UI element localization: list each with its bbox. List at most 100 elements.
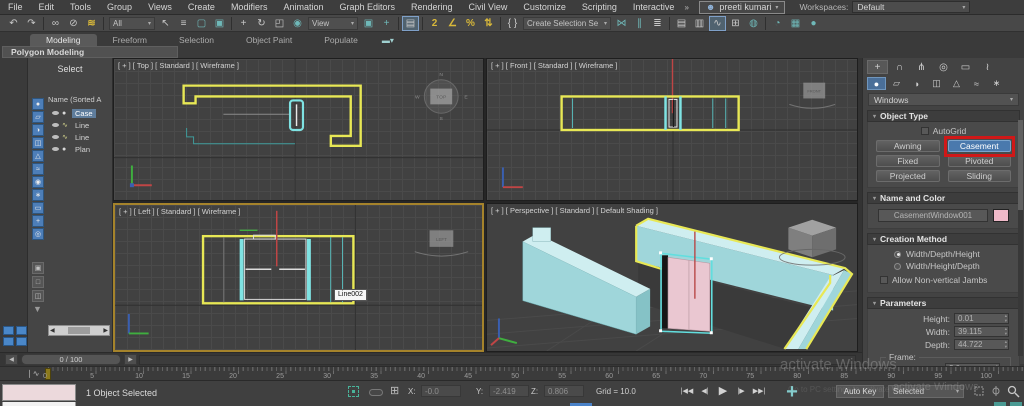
- object-type-button-pivoted[interactable]: Pivoted: [948, 155, 1012, 167]
- explorer-tool-3-icon[interactable]: ◫: [32, 290, 44, 302]
- rectangular-selection-region-icon[interactable]: ▢: [193, 16, 210, 31]
- display-containers-icon[interactable]: +: [32, 215, 44, 227]
- ribbon-tab-populate[interactable]: Populate: [308, 34, 374, 46]
- name-and-color-header[interactable]: ▾ Name and Color: [867, 192, 1020, 204]
- go-to-end-icon[interactable]: ▶▶|: [752, 384, 766, 397]
- lights-category-icon[interactable]: ◑: [907, 77, 926, 90]
- window-crossing-icon[interactable]: ▣: [211, 16, 228, 31]
- display-cameras-icon[interactable]: ◫: [32, 137, 44, 149]
- creation-method-header[interactable]: ▾ Creation Method: [867, 233, 1020, 245]
- object-type-button-projected[interactable]: Projected: [876, 170, 940, 182]
- nav-icon-clipped[interactable]: [1010, 402, 1022, 406]
- modify-tab-icon[interactable]: ∩: [889, 60, 910, 74]
- curve-editor-icon[interactable]: ∿: [709, 16, 726, 31]
- explorer-name-column-header[interactable]: Name (Sorted A: [48, 95, 110, 104]
- maxscript-listener-line[interactable]: [2, 402, 76, 406]
- creation-method-option-width-depth-height[interactable]: Width/Depth/Height: [868, 248, 1019, 260]
- previous-frame-icon[interactable]: ◀|: [698, 384, 712, 397]
- redo-icon[interactable]: ↷: [23, 16, 40, 31]
- autogrid-checkbox[interactable]: AutoGrid: [868, 126, 1019, 136]
- set-key-button[interactable]: +: [780, 380, 804, 404]
- menu-item-file[interactable]: File: [0, 0, 31, 15]
- display-groups-icon[interactable]: ◉: [32, 176, 44, 188]
- viewport-perspective[interactable]: [ + ] [ Perspective ] [ Standard ] [ Def…: [486, 203, 858, 352]
- display-helpers-icon[interactable]: △: [32, 150, 44, 162]
- time-slider[interactable]: 0 / 100: [21, 354, 121, 365]
- go-to-start-icon[interactable]: |◀◀: [680, 384, 694, 397]
- maximize-viewport-toggle-icon[interactable]: [994, 402, 1006, 406]
- maxscript-mini-listener[interactable]: [2, 384, 76, 401]
- object-type-button-awning[interactable]: Awning: [876, 140, 940, 152]
- menu-item-customize[interactable]: Customize: [515, 0, 574, 15]
- geometry-category-icon[interactable]: ●: [867, 77, 886, 90]
- scroll-right-icon[interactable]: ▶: [103, 327, 108, 334]
- menu-item-modifiers[interactable]: Modifiers: [223, 0, 276, 15]
- menu-item-graph-editors[interactable]: Graph Editors: [331, 0, 403, 15]
- hierarchy-tab-icon[interactable]: ⋔: [911, 60, 932, 74]
- align-icon[interactable]: ∥: [631, 16, 648, 31]
- menu-item-animation[interactable]: Animation: [275, 0, 331, 15]
- command-panel-scrollbar[interactable]: [1018, 120, 1023, 356]
- select-and-link-icon[interactable]: ∞: [47, 16, 64, 31]
- object-type-button-fixed[interactable]: Fixed: [876, 155, 940, 167]
- menu-item-civil-view[interactable]: Civil View: [461, 0, 516, 15]
- parameters-header[interactable]: ▾ Parameters: [867, 297, 1020, 309]
- viewport-top[interactable]: [ + ] [ Top ] [ Standard ] [ Wireframe ]…: [113, 58, 484, 201]
- render-setup-icon[interactable]: ◔: [769, 16, 786, 31]
- menu-item-create[interactable]: Create: [180, 0, 223, 15]
- explorer-row-casement[interactable]: ● Case: [48, 107, 110, 119]
- z-coordinate-field[interactable]: 0.806: [544, 385, 584, 397]
- cameras-category-icon[interactable]: ◫: [927, 77, 946, 90]
- spinner-arrows-icon[interactable]: ▴▾: [1005, 340, 1008, 349]
- layer-manager-icon[interactable]: ≣: [649, 16, 666, 31]
- menu-item-scripting[interactable]: Scripting: [574, 0, 625, 15]
- visibility-eye-icon[interactable]: [52, 123, 59, 127]
- display-space-warps-icon[interactable]: ≈: [32, 163, 44, 175]
- menu-item-group[interactable]: Group: [99, 0, 140, 15]
- select-and-scale-icon[interactable]: ◰: [271, 16, 288, 31]
- spinner-field[interactable]: 44.722 ▴▾: [954, 339, 1009, 350]
- subcategory-select[interactable]: Windows ▾: [868, 93, 1019, 106]
- viewport-left-canvas[interactable]: LEFT: [115, 205, 482, 350]
- named-selection-set-select[interactable]: Create Selection Se ▾: [523, 17, 611, 30]
- percent-snap-icon[interactable]: %: [462, 16, 479, 31]
- viewport-perspective-label[interactable]: [ + ] [ Perspective ] [ Standard ] [ Def…: [491, 206, 658, 215]
- ribbon-toggle-icon[interactable]: ▥: [691, 16, 708, 31]
- key-filter-select[interactable]: Selected ▾: [888, 385, 964, 398]
- auto-key-button[interactable]: Auto Key: [836, 385, 884, 398]
- spinner-arrows-icon[interactable]: ▴▾: [1005, 327, 1008, 336]
- snaps-toggle-icon[interactable]: 2: [426, 16, 443, 31]
- explorer-row-plane[interactable]: ● Plan: [48, 143, 110, 155]
- mirror-icon[interactable]: ⋈: [613, 16, 630, 31]
- ribbon-config-icon[interactable]: ▬▾: [382, 36, 394, 46]
- rendered-frame-icon[interactable]: ▦: [787, 16, 804, 31]
- bind-to-space-warp-icon[interactable]: ≋: [83, 16, 100, 31]
- play-icon[interactable]: ▶: [716, 384, 730, 397]
- helpers-category-icon[interactable]: △: [947, 77, 966, 90]
- explorer-horizontal-scrollbar[interactable]: ◀ ▶: [48, 325, 110, 336]
- viewport-top-label[interactable]: [ + ] [ Top ] [ Standard ] [ Wireframe ]: [118, 61, 239, 70]
- selection-lock-toggle-icon[interactable]: [369, 389, 383, 396]
- use-pivot-point-icon[interactable]: ▣: [360, 16, 377, 31]
- next-frame-icon[interactable]: |▶: [734, 384, 748, 397]
- render-production-icon[interactable]: ●: [805, 16, 822, 31]
- utilities-tab-icon[interactable]: ≀: [977, 60, 998, 74]
- zoom-icon[interactable]: [1006, 384, 1020, 398]
- angle-snap-icon[interactable]: ∠: [444, 16, 461, 31]
- scene-explorer-toggle-icon[interactable]: ▤: [673, 16, 690, 31]
- previous-frame-arrow-icon[interactable]: ◀: [5, 354, 18, 365]
- spinner-arrows-icon[interactable]: ▴▾: [1005, 314, 1008, 323]
- y-coordinate-field[interactable]: -2.419: [489, 385, 529, 397]
- scrollbar-thumb[interactable]: [1018, 120, 1023, 210]
- visibility-eye-icon[interactable]: [52, 147, 59, 151]
- explorer-tool-1-icon[interactable]: ▣: [32, 262, 44, 274]
- mini-curve-editor-icon[interactable]: ❘∿: [26, 369, 39, 378]
- workspaces-select[interactable]: Default ▾: [852, 1, 970, 13]
- display-materials-icon[interactable]: ◎: [32, 228, 44, 240]
- explorer-tool-2-icon[interactable]: □: [32, 276, 44, 288]
- undo-icon[interactable]: ↶: [5, 16, 22, 31]
- select-and-place-icon[interactable]: ◉: [289, 16, 306, 31]
- select-and-move-icon[interactable]: +: [235, 16, 252, 31]
- viewport-front-label[interactable]: [ + ] [ Front ] [ Standard ] [ Wireframe…: [491, 61, 618, 70]
- display-tab-icon[interactable]: ▭: [955, 60, 976, 74]
